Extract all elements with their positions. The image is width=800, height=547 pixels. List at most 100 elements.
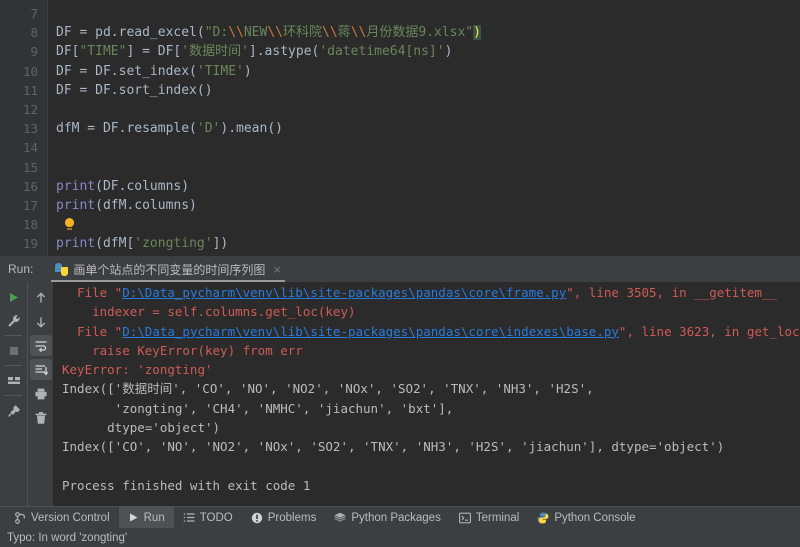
code-line[interactable]: print(dfM.columns) [48,196,800,215]
run-tool-window: Run: 画单个站点的不同变量的时间序列图 × [0,256,800,506]
code-token: DF = pd.read_excel( [56,25,205,40]
code-token: ) [244,64,252,79]
console-text: raise KeyError(key) from err [62,343,303,358]
code-line[interactable]: print(dfM['zongting']) [48,234,800,253]
line-number: 7 [0,4,47,23]
console-output[interactable]: File "D:\Data_pycharm\venv\lib\site-pack… [53,282,800,506]
pin-icon [7,404,21,418]
close-icon[interactable]: × [273,263,281,276]
code-line[interactable] [48,138,800,157]
lightbulb-icon[interactable] [64,218,75,229]
next-occurrence-button[interactable] [30,311,52,332]
tool-window-label: Problems [268,512,317,524]
tool-window-label: Python Packages [351,512,441,524]
code-line[interactable] [48,215,800,234]
tool-window-button-version-control[interactable]: Version Control [6,507,119,529]
scroll-to-end-button[interactable] [30,359,52,380]
tool-window-bar: Version ControlRun TODO Problems Python Pac… [0,506,800,528]
print-button[interactable] [30,383,52,404]
play-icon [128,512,139,523]
toolbar-divider [5,335,22,336]
console-text: 'zongting', 'CH4', 'NMHC', 'jiachun', 'b… [62,401,453,416]
debug-settings-button[interactable] [3,310,25,331]
line-number: 12 [0,100,47,119]
code-token: 环科院 [283,25,322,40]
rerun-button[interactable] [3,287,25,308]
previous-occurrence-button[interactable] [30,287,52,308]
code-token: '数据时间' [181,44,249,59]
code-line[interactable]: print(DF.columns) [48,177,800,196]
console-line: indexer = self.columns.get_loc(key) [53,302,800,321]
python-icon [55,263,68,276]
stop-button[interactable] [3,340,25,361]
console-line: Index(['CO', 'NO', 'NO2', 'NOx', 'SO2', … [53,437,800,456]
code-token: ) [445,44,453,59]
code-line[interactable] [48,100,800,119]
code-line[interactable] [48,4,800,23]
list-icon [183,512,195,523]
console-text: KeyError: 'zongting' [62,362,213,377]
console-line: Process finished with exit code 1 [53,476,800,495]
code-token: \\ [322,25,338,40]
tool-window-button-terminal[interactable]: Terminal [450,507,528,529]
tool-window-button-run[interactable]: Run [119,507,174,529]
run-tab-label: 画单个站点的不同变量的时间序列图 [73,261,265,278]
status-message: Typo: In word 'zongting' [7,532,127,544]
tool-window-button-todo[interactable]: TODO [174,507,242,529]
console-text: File " [62,285,122,300]
code-token: 'datetime64[ns]' [319,44,444,59]
file-path-link[interactable]: D:\Data_pycharm\venv\lib\site-packages\p… [122,285,566,300]
toolbar-divider [5,365,22,366]
code-token: ].astype( [249,44,319,59]
branch-icon [15,512,26,524]
tool-window-button-python-console[interactable]: Python Console [528,507,644,529]
console-text: Index(['CO', 'NO', 'NO2', 'NOx', 'SO2', … [62,439,724,454]
code-token: dfM = DF.resample( [56,121,197,136]
editor-code-area[interactable]: DF = pd.read_excel("D:\\NEW\\环科院\\蒋\\月份数… [47,0,800,256]
trash-icon [34,411,48,425]
line-number: 16 [0,177,47,196]
run-configuration-tab[interactable]: 画单个站点的不同变量的时间序列图 × [51,256,285,282]
code-token: ]) [213,236,229,251]
terminal-icon [459,512,471,524]
tool-window-button-python-packages[interactable]: Python Packages [325,507,450,529]
code-line[interactable] [48,158,800,177]
editor-gutter[interactable]: 78910111213141516171819 [0,0,47,256]
code-token: \\ [267,25,283,40]
code-token: ) [473,25,481,40]
file-path-link[interactable]: D:\Data_pycharm\venv\lib\site-packages\p… [122,324,619,339]
console-text: Process finished with exit code 1 [62,478,310,493]
pin-tab-button[interactable] [3,400,25,421]
line-number: 8 [0,23,47,42]
run-toolbar-right [27,282,53,506]
code-token: print [56,198,95,213]
code-line[interactable]: DF = pd.read_excel("D:\\NEW\\环科院\\蒋\\月份数… [48,23,800,42]
console-text: ", line 3505, in __getitem__ [566,285,777,300]
code-token: "TIME" [79,44,126,59]
line-number: 11 [0,81,47,100]
line-number: 18 [0,215,47,234]
code-token: 蒋 [338,25,351,40]
layout-button[interactable] [3,370,25,391]
status-bar: Typo: In word 'zongting' [0,528,800,547]
tool-window-label: TODO [200,512,233,524]
line-number: 9 [0,42,47,61]
code-line[interactable]: DF["TIME"] = DF['数据时间'].astype('datetime… [48,42,800,61]
console-line: dtype='object') [53,418,800,437]
run-label: Run: [8,262,33,276]
code-line[interactable]: dfM = DF.resample('D').mean() [48,119,800,138]
run-header: Run: 画单个站点的不同变量的时间序列图 × [0,256,800,282]
code-token: DF = DF.set_index( [56,64,197,79]
code-line[interactable]: DF = DF.set_index('TIME') [48,62,800,81]
clear-all-button[interactable] [30,407,52,428]
code-editor[interactable]: 78910111213141516171819 DF = pd.read_exc… [0,0,800,256]
arrow-down-icon [34,315,48,329]
code-token: print [56,236,95,251]
code-token: 'TIME' [197,64,244,79]
code-line[interactable]: DF = DF.sort_index() [48,81,800,100]
tool-window-button-problems[interactable]: Problems [242,507,326,529]
wrap-icon [34,340,48,352]
toolbar-divider [5,395,22,396]
soft-wrap-button[interactable] [30,335,52,356]
code-token: \\ [228,25,244,40]
